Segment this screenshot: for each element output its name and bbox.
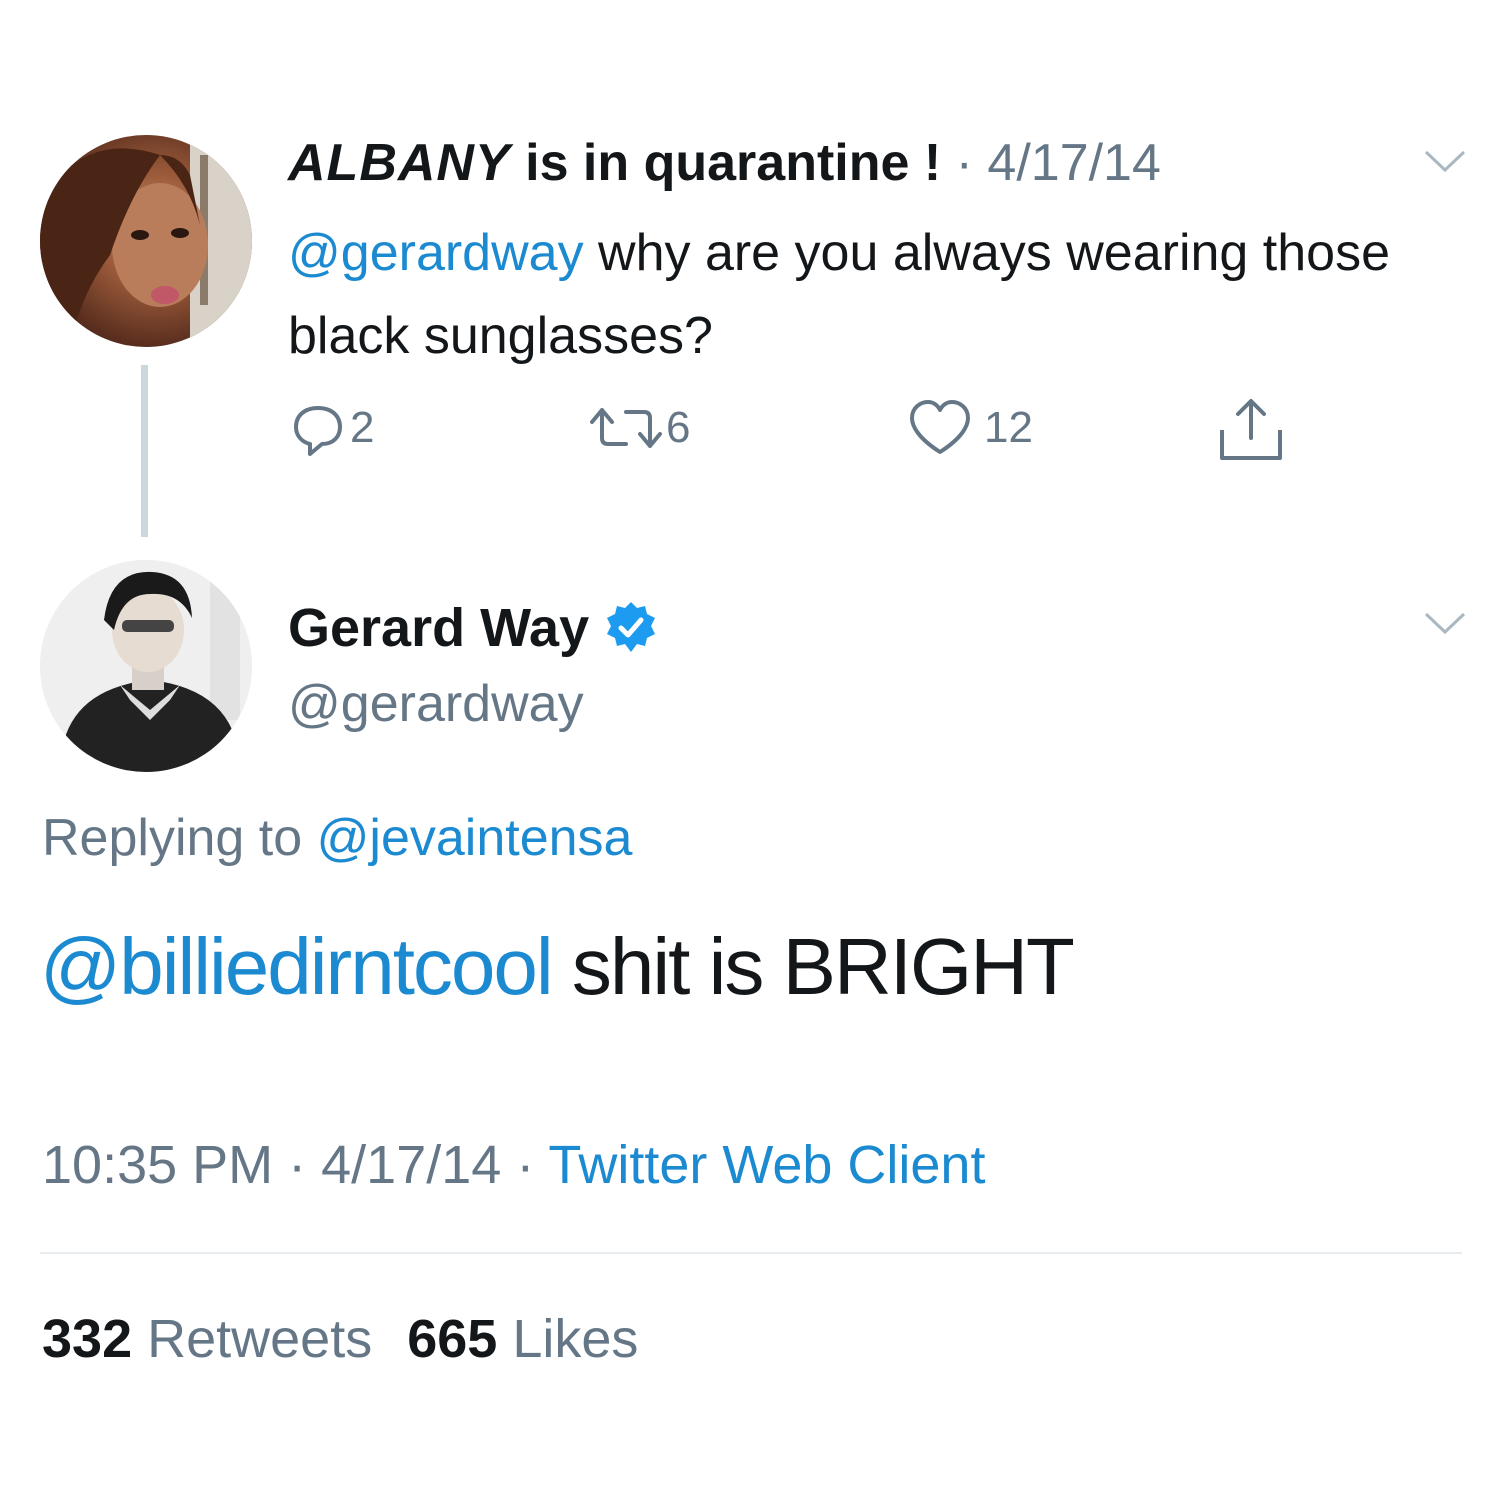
engagement-stats: 332 Retweets 665 Likes [42, 1308, 638, 1370]
main-chevron-button[interactable] [1424, 612, 1466, 636]
likes-label: Likes [497, 1309, 639, 1369]
main-tweet-text: @billiedirntcool shit is BRIGHT [40, 922, 1075, 1012]
divider [40, 1252, 1462, 1254]
chevron-down-icon [1424, 150, 1466, 173]
chevron-down-icon [1424, 612, 1466, 635]
main-author-name-row[interactable]: Gerard Way [288, 596, 659, 660]
replying-handle-link[interactable]: @jevaintensa [317, 809, 633, 867]
parent-date[interactable]: 4/17/14 [987, 134, 1161, 192]
replying-prefix: Replying to [42, 809, 317, 867]
like-icon [910, 400, 970, 454]
retweets-count: 332 [42, 1309, 133, 1369]
tweet-date[interactable]: 4/17/14 [321, 1135, 501, 1195]
retweet-button[interactable]: 6 [588, 398, 690, 458]
reply-button[interactable]: 2 [290, 398, 374, 458]
main-handle[interactable]: @gerardway [288, 674, 584, 734]
reply-count: 2 [350, 403, 375, 452]
share-icon [1220, 399, 1282, 460]
parent-separator: · [955, 134, 973, 192]
thread-line [141, 365, 148, 537]
verified-badge-icon [607, 602, 656, 652]
meta-separator-1: · [273, 1135, 322, 1195]
parent-display-name-styled[interactable]: ALBANY [288, 134, 511, 192]
meta-separator-2: · [501, 1135, 549, 1195]
parent-avatar[interactable] [40, 135, 252, 347]
share-button[interactable] [1218, 396, 1284, 462]
parent-mention-link[interactable]: @gerardway [288, 224, 584, 282]
retweets-label: Retweets [132, 1309, 373, 1369]
retweets-stat[interactable]: 332 Retweets [42, 1309, 387, 1369]
like-button[interactable]: 12 [908, 398, 1033, 458]
parent-header: ALBANY is in quarantine ! · 4/17/14 [288, 133, 1161, 193]
main-avatar[interactable] [40, 560, 252, 772]
likes-count: 665 [407, 1309, 498, 1369]
like-count: 12 [984, 403, 1033, 452]
main-display-name[interactable]: Gerard Way [288, 597, 589, 659]
tweet-time[interactable]: 10:35 PM [42, 1135, 273, 1195]
retweet-icon [590, 408, 662, 448]
main-text: shit is BRIGHT [551, 922, 1075, 1011]
parent-chevron-button[interactable] [1424, 150, 1466, 174]
tweet-meta: 10:35 PM · 4/17/14 · Twitter Web Client [42, 1134, 985, 1196]
replying-to: Replying to @jevaintensa [42, 808, 632, 868]
likes-stat[interactable]: 665 Likes [407, 1309, 638, 1369]
retweet-count: 6 [666, 403, 691, 452]
tweet-client-link[interactable]: Twitter Web Client [548, 1135, 985, 1195]
parent-tweet-text: @gerardway why are you always wearing th… [288, 212, 1468, 378]
main-mention-link[interactable]: @billiedirntcool [40, 922, 554, 1011]
parent-display-name-rest[interactable]: is in quarantine ! [511, 134, 941, 192]
reply-icon [294, 406, 342, 456]
